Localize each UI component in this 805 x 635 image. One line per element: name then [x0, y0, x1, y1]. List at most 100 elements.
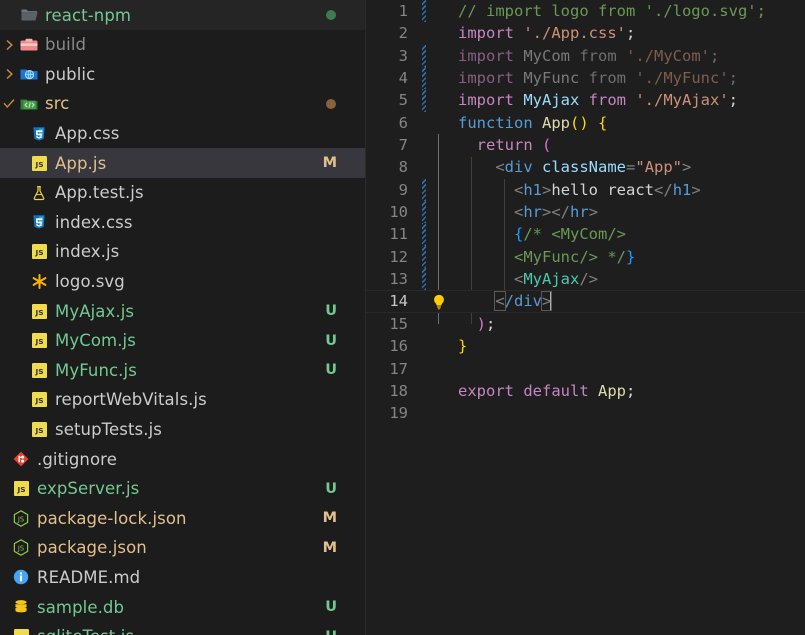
line-number: 11: [389, 225, 408, 244]
info-icon: [10, 568, 32, 586]
tree-item-gitignore[interactable]: .gitignore: [0, 444, 365, 474]
svg-text:JS: JS: [17, 545, 24, 553]
tree-item-app-js[interactable]: JS App.js M: [0, 148, 365, 178]
diff-change-marker: [422, 380, 426, 402]
diff-change-marker: [422, 223, 426, 246]
folder-public-icon: [18, 65, 40, 83]
tree-item-expserver-js[interactable]: JS expServer.js U: [0, 474, 365, 504]
code-line[interactable]: 16 }: [366, 335, 805, 357]
code-line[interactable]: 2 import './App.css';: [366, 22, 805, 44]
tree-item-mycom-js[interactable]: JS MyCom.js U: [0, 326, 365, 356]
chevron-right-icon[interactable]: [0, 39, 18, 51]
explorer-sidebar[interactable]: react-npm build public src App.css JS Ap…: [0, 0, 366, 635]
js-icon: JS: [10, 480, 32, 498]
code-line[interactable]: 11 {/* <MyCom/>: [366, 223, 805, 246]
svg-text:JS: JS: [16, 485, 25, 494]
line-number: 6: [398, 113, 408, 132]
svg-asterisk-icon: [28, 273, 50, 291]
nodejs-icon: JS: [10, 539, 32, 557]
chevron-down-icon[interactable]: [0, 98, 18, 110]
tree-item-package-lock-json[interactable]: JS package-lock.json M: [0, 504, 365, 534]
folder-open-icon: [18, 6, 40, 24]
code-line[interactable]: 13 <MyAjax/>: [366, 268, 805, 291]
line-number: 17: [389, 359, 408, 378]
code-line[interactable]: 15 );: [366, 313, 805, 335]
js-icon: JS: [28, 361, 50, 379]
tree-item-index-js[interactable]: JS index.js: [0, 237, 365, 267]
vscode-window: react-npm build public src App.css JS Ap…: [0, 0, 805, 635]
tree-item-label: index.css: [55, 212, 133, 232]
code-text: );: [476, 314, 496, 333]
tree-item-logo-svg[interactable]: logo.svg: [0, 267, 365, 297]
code-text: export default App;: [458, 381, 636, 400]
code-line[interactable]: 17: [366, 358, 805, 380]
code-line[interactable]: 6 function App() {: [366, 112, 805, 134]
js-icon: JS: [28, 332, 50, 350]
code-line[interactable]: 9 <h1>hello react</h1>: [366, 178, 805, 202]
code-line[interactable]: 3 import MyCom from './MyCom';: [366, 44, 805, 68]
js-icon: JS: [28, 391, 50, 409]
code-line[interactable]: 19: [366, 402, 805, 424]
git-status-badge: U: [325, 332, 337, 349]
tree-item-myajax-js[interactable]: JS MyAjax.js U: [0, 296, 365, 326]
tree-item-app-test-js[interactable]: App.test.js: [0, 178, 365, 208]
tree-item-sqlitetest-js[interactable]: JS sqliteTest.js U: [0, 622, 365, 635]
lightbulb-icon[interactable]: [430, 294, 448, 310]
line-number: 3: [398, 46, 408, 65]
git-status-badge: U: [325, 480, 337, 497]
line-number: 19: [389, 404, 408, 423]
line-number: 7: [398, 136, 408, 155]
code-line[interactable]: 4 import MyFunc from './MyFunc';: [366, 67, 805, 90]
code-text: <div className="App">: [495, 158, 692, 177]
line-number: 8: [398, 158, 408, 177]
code-line[interactable]: 12 <MyFunc/> */}: [366, 245, 805, 269]
code-line-active[interactable]: 14 </div>: [366, 290, 805, 313]
diff-change-marker: [422, 402, 426, 424]
tree-item-public[interactable]: public: [0, 60, 365, 90]
tree-item-label: README.md: [37, 567, 141, 587]
diff-change-marker: [422, 22, 426, 44]
code-text: import './App.css';: [458, 24, 636, 43]
tree-item-label: package-lock.json: [37, 508, 187, 528]
code-line[interactable]: 7 return (: [366, 134, 805, 156]
tree-item-myfunc-js[interactable]: JS MyFunc.js U: [0, 356, 365, 386]
tree-item-src[interactable]: src: [0, 89, 365, 119]
tree-item-setuptests-js[interactable]: JS setupTests.js: [0, 415, 365, 445]
tree-item-label: App.css: [55, 124, 120, 144]
code-text: function App() {: [458, 113, 608, 132]
folder-build-icon: [18, 36, 40, 54]
tree-item-index-css[interactable]: index.css: [0, 208, 365, 238]
js-icon: JS: [28, 302, 50, 320]
tree-item-label: logo.svg: [55, 272, 125, 292]
chevron-right-icon[interactable]: [0, 68, 18, 80]
code-content[interactable]: 1 // import logo from './logo.svg'; 2 im…: [366, 0, 805, 425]
code-line[interactable]: 5 import MyAjax from './MyAjax';: [366, 89, 805, 112]
tree-item-sample-db[interactable]: sample.db U: [0, 592, 365, 622]
svg-text:JS: JS: [34, 248, 43, 257]
tree-item-label: sqliteTest.js: [37, 627, 134, 635]
tree-item-label: App.js: [55, 153, 107, 173]
tree-item-package-json[interactable]: JS package.json M: [0, 533, 365, 563]
diff-change-marker: [422, 89, 426, 112]
code-line[interactable]: 1 // import logo from './logo.svg';: [366, 0, 805, 23]
database-icon: [10, 598, 32, 616]
code-line[interactable]: 8 <div className="App">: [366, 156, 805, 178]
code-line[interactable]: 10 <hr></hr>: [366, 201, 805, 224]
tree-item-label: MyAjax.js: [55, 301, 135, 321]
diff-change-marker: [422, 156, 426, 178]
git-status-badge: U: [325, 362, 337, 379]
code-text: <hr></hr>: [514, 203, 599, 222]
explorer-root-react-npm[interactable]: react-npm: [0, 0, 365, 30]
tree-item-build[interactable]: build: [0, 30, 365, 60]
tree-item-reportwebvitals-js[interactable]: JS reportWebVitals.js: [0, 385, 365, 415]
diff-change-marker: [422, 134, 426, 156]
diff-change-marker: [422, 290, 426, 312]
code-text: </div>: [494, 291, 553, 312]
tree-item-app-css[interactable]: App.css: [0, 119, 365, 149]
diff-change-marker: [422, 268, 426, 291]
tree-item-readme-md[interactable]: README.md: [0, 563, 365, 593]
code-editor[interactable]: 1 // import logo from './logo.svg'; 2 im…: [366, 0, 805, 635]
code-line[interactable]: 18 export default App;: [366, 380, 805, 402]
svg-text:JS: JS: [34, 367, 43, 376]
js-icon: JS: [28, 243, 50, 261]
